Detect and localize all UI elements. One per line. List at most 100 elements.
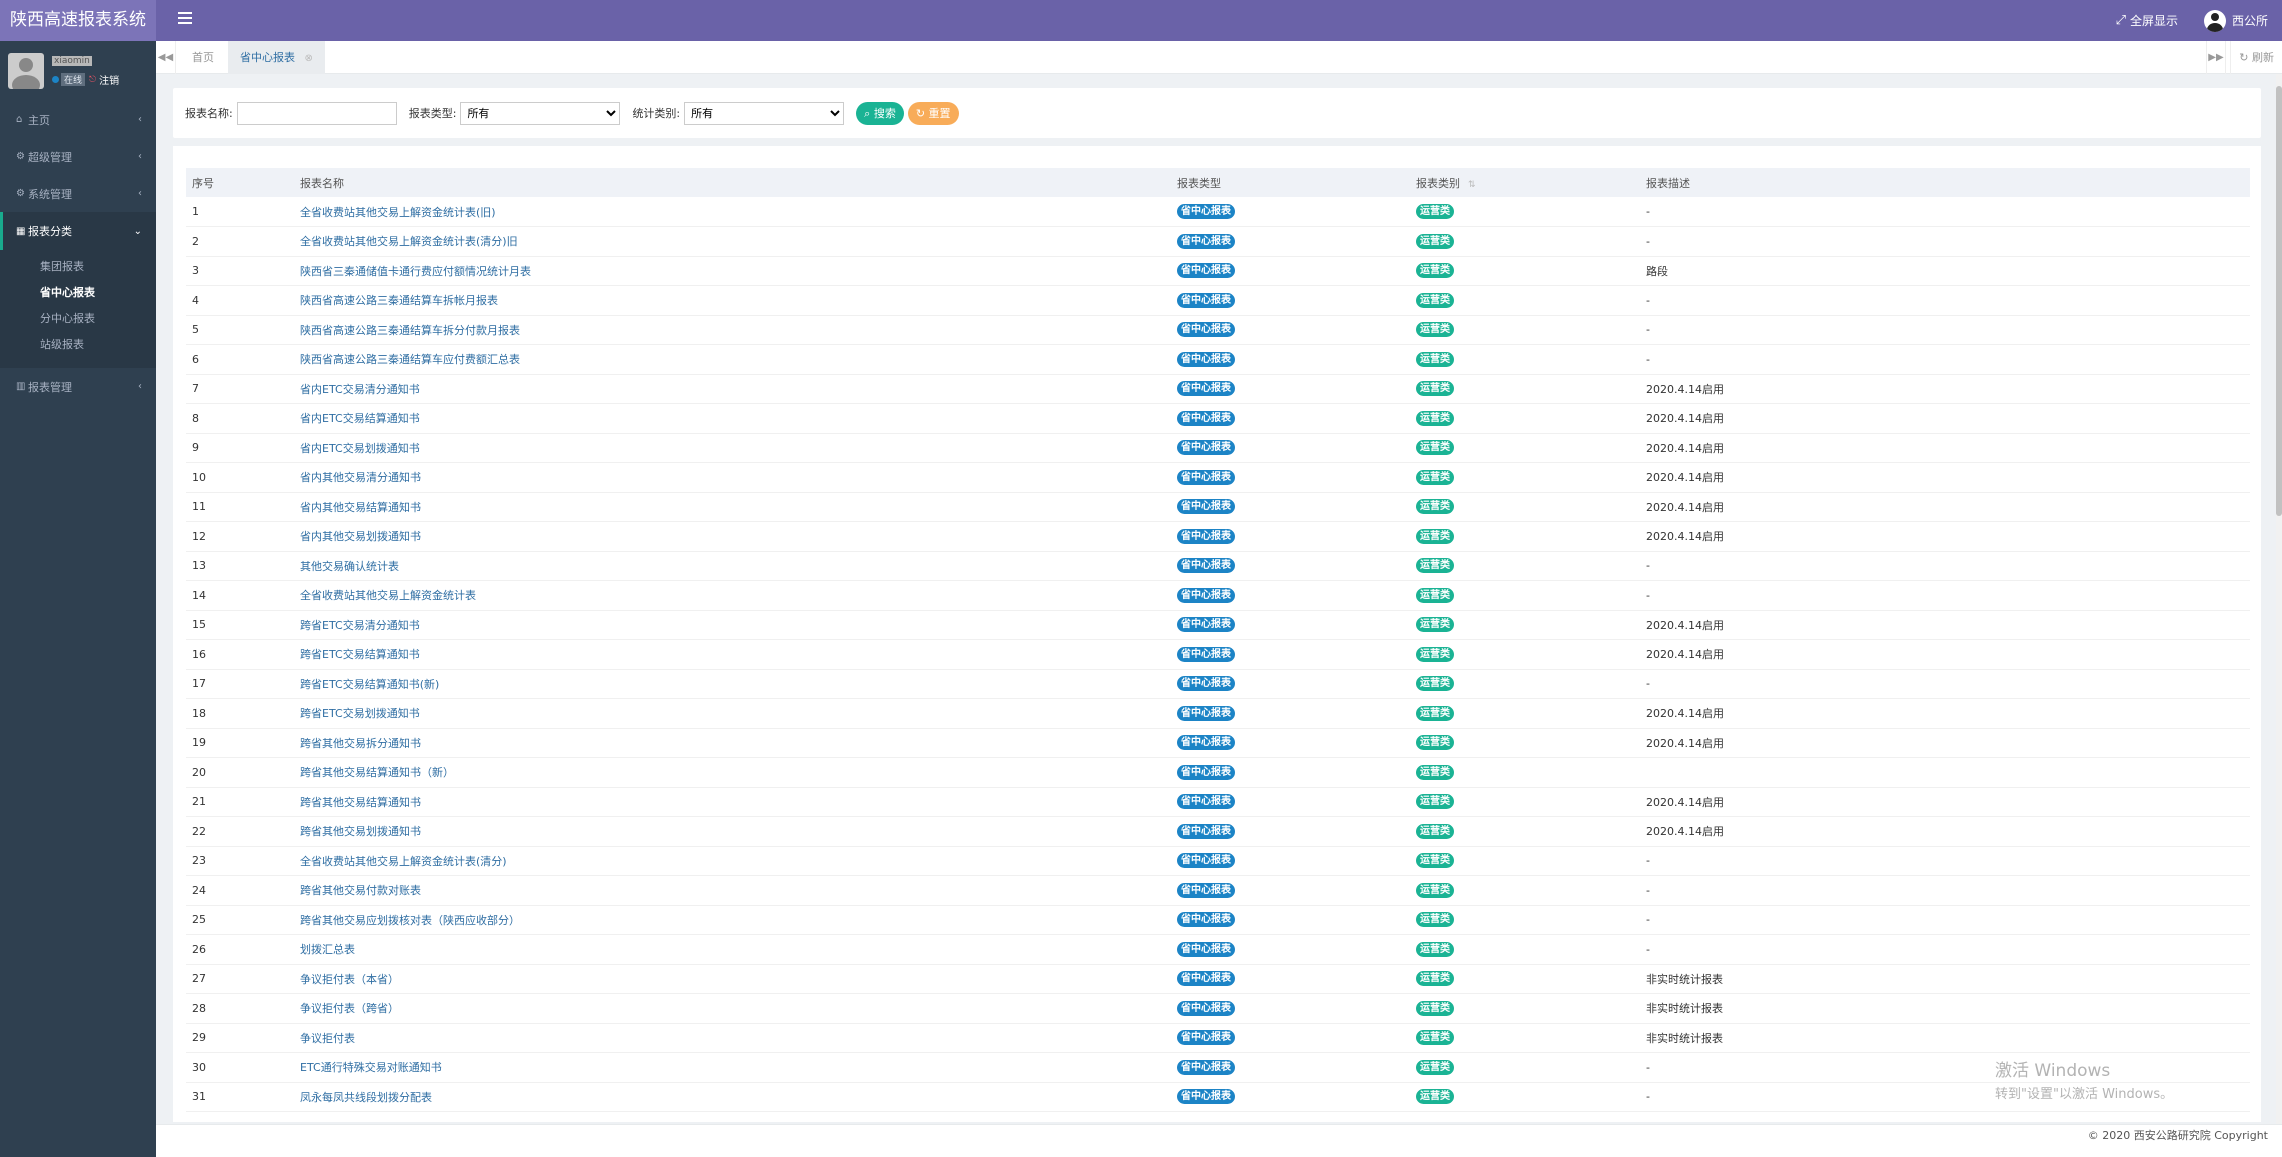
report-category-badge: 运营类 bbox=[1416, 764, 1454, 780]
report-name-link[interactable]: 跨省其他交易拆分通知书 bbox=[300, 737, 421, 750]
cell-report-description: 2020.4.14启用 bbox=[1646, 825, 1724, 839]
close-icon[interactable]: ⊗ bbox=[305, 53, 313, 64]
cell-index: 5 bbox=[192, 323, 199, 337]
report-name-link[interactable]: 其他交易确认统计表 bbox=[300, 560, 399, 573]
report-name-link[interactable]: 跨省其他交易结算通知书（新） bbox=[300, 766, 454, 779]
report-category-badge: 运营类 bbox=[1416, 410, 1454, 426]
header-report-name[interactable]: 报表名称 bbox=[294, 168, 1171, 197]
sidebar-item-report-management[interactable]: ▥ 报表管理 ‹ bbox=[0, 368, 156, 405]
report-type-badge: 省中心报表 bbox=[1177, 381, 1235, 397]
tab-scroll-right-button[interactable]: ▶▶ bbox=[2206, 41, 2226, 74]
sidebar-item-label: 超级管理 bbox=[28, 150, 72, 164]
cell-report-category: 运营类 bbox=[1410, 1053, 1640, 1083]
report-name-link[interactable]: 跨省ETC交易结算通知书 bbox=[300, 648, 420, 661]
cell-report-type: 省中心报表 bbox=[1171, 345, 1410, 375]
tab-scroll-left-button[interactable]: ◀◀ bbox=[156, 41, 176, 74]
report-type-badge: 省中心报表 bbox=[1177, 1030, 1235, 1046]
user-menu[interactable]: 西公所 bbox=[2203, 9, 2268, 32]
sidebar-item-report-category[interactable]: ▦ 报表分类 ⌄ bbox=[0, 212, 156, 250]
fullscreen-button[interactable]: ⤢ 全屏显示 bbox=[2116, 12, 2178, 29]
report-name-link[interactable]: 跨省其他交易结算通知书 bbox=[300, 796, 421, 809]
cell-report-type: 省中心报表 bbox=[1171, 522, 1410, 552]
report-name-link[interactable]: 全省收费站其他交易上解资金统计表 bbox=[300, 589, 476, 602]
table-row: 23 全省收费站其他交易上解资金统计表(清分) 省中心报表 运营类 - bbox=[186, 846, 2250, 876]
report-name-link[interactable]: 跨省其他交易划拨通知书 bbox=[300, 825, 421, 838]
report-name-link[interactable]: 陕西省高速公路三秦通结算车拆分付款月报表 bbox=[300, 324, 520, 337]
cell-index: 20 bbox=[192, 765, 206, 779]
report-name-link[interactable]: 争议拒付表（跨省） bbox=[300, 1002, 399, 1015]
table-row: 24 跨省其他交易付款对账表 省中心报表 运营类 - bbox=[186, 876, 2250, 906]
logout-link[interactable]: 注销 bbox=[99, 72, 119, 87]
report-name-link[interactable]: 陕西省三秦通储值卡通行费应付额情况统计月表 bbox=[300, 265, 531, 278]
report-category-badge: 运营类 bbox=[1416, 794, 1454, 810]
report-name-link[interactable]: 全省收费站其他交易上解资金统计表(清分)旧 bbox=[300, 235, 518, 248]
report-name-link[interactable]: 跨省其他交易应划拨核对表（陕西应收部分） bbox=[300, 914, 520, 927]
report-name-link[interactable]: 争议拒付表 bbox=[300, 1032, 355, 1045]
tab-home[interactable]: 首页 bbox=[180, 41, 226, 74]
submenu-item-group[interactable]: 集团报表 bbox=[0, 254, 156, 280]
report-type-select[interactable]: 所有 bbox=[460, 101, 621, 125]
report-name-link[interactable]: 省内其他交易划拨通知书 bbox=[300, 530, 421, 543]
sidebar-item-home[interactable]: ⌂ 主页 ‹ bbox=[0, 101, 156, 138]
statistic-category-select[interactable]: 所有 bbox=[684, 101, 845, 125]
report-name-link[interactable]: 划拨汇总表 bbox=[300, 943, 355, 956]
search-button[interactable]: ⌕ 搜索 bbox=[856, 101, 904, 125]
cell-index: 2 bbox=[192, 234, 199, 248]
scrollbar-thumb[interactable] bbox=[2276, 86, 2282, 516]
cell-report-description: 2020.4.14启用 bbox=[1646, 736, 1724, 750]
header-report-type[interactable]: 报表类型 bbox=[1171, 168, 1410, 197]
header-report-description[interactable]: 报表描述 bbox=[1640, 168, 2250, 197]
header-index[interactable]: 序号 bbox=[186, 168, 294, 197]
report-type-badge: 省中心报表 bbox=[1177, 233, 1235, 249]
report-name-link[interactable]: 全省收费站其他交易上解资金统计表(清分) bbox=[300, 855, 507, 868]
submenu-item-station[interactable]: 站级报表 bbox=[0, 332, 156, 358]
cell-report-category: 运营类 bbox=[1410, 315, 1640, 345]
report-name-link[interactable]: 凤永每凤共线段划拨分配表 bbox=[300, 1091, 432, 1104]
report-name-link[interactable]: 全省收费站其他交易上解资金统计表(旧) bbox=[300, 206, 496, 219]
sidebar-item-label: 报表管理 bbox=[28, 380, 72, 394]
report-name-link[interactable]: 省内ETC交易划拨通知书 bbox=[300, 442, 420, 455]
report-category-badge: 运营类 bbox=[1416, 558, 1454, 574]
report-category-badge: 运营类 bbox=[1416, 823, 1454, 839]
tab-label: 省中心报表 bbox=[240, 51, 295, 64]
report-name-link[interactable]: 省内ETC交易清分通知书 bbox=[300, 383, 420, 396]
table-row: 5 陕西省高速公路三秦通结算车拆分付款月报表 省中心报表 运营类 - bbox=[186, 315, 2250, 345]
submenu-item-sub-center[interactable]: 分中心报表 bbox=[0, 306, 156, 332]
table-row: 15 跨省ETC交易清分通知书 省中心报表 运营类 2020.4.14启用 bbox=[186, 610, 2250, 640]
report-type-badge: 省中心报表 bbox=[1177, 499, 1235, 515]
report-name-link[interactable]: 省内其他交易结算通知书 bbox=[300, 501, 421, 514]
report-type-badge: 省中心报表 bbox=[1177, 440, 1235, 456]
cell-report-type: 省中心报表 bbox=[1171, 964, 1410, 994]
report-name-link[interactable]: 省内其他交易清分通知书 bbox=[300, 471, 421, 484]
cell-report-category: 运营类 bbox=[1410, 876, 1640, 906]
menu-toggle-icon[interactable] bbox=[178, 12, 192, 26]
report-name-link[interactable]: ETC通行特殊交易对账通知书 bbox=[300, 1061, 442, 1074]
report-name-link[interactable]: 省内ETC交易结算通知书 bbox=[300, 412, 420, 425]
refresh-button[interactable]: ↻ 刷新 bbox=[2230, 41, 2282, 74]
report-name-link[interactable]: 跨省ETC交易清分通知书 bbox=[300, 619, 420, 632]
search-form: 报表名称: 报表类型: 所有 统计类别: 所有 ⌕ 搜索 ↻ 重置 bbox=[173, 88, 2261, 138]
app-title: 陕西高速报表系统 bbox=[0, 0, 156, 41]
report-name-input[interactable] bbox=[236, 101, 397, 125]
submenu-item-province-center[interactable]: 省中心报表 bbox=[0, 280, 156, 306]
report-name-link[interactable]: 跨省其他交易付款对账表 bbox=[300, 884, 421, 897]
cell-report-name: 跨省ETC交易清分通知书 bbox=[294, 610, 1171, 640]
sidebar-item-system-admin[interactable]: ⚙ 系统管理 ‹ bbox=[0, 175, 156, 212]
report-category-submenu: 集团报表 省中心报表 分中心报表 站级报表 bbox=[0, 250, 156, 368]
cell-report-name: 跨省ETC交易结算通知书 bbox=[294, 640, 1171, 670]
cell-report-description: - bbox=[1646, 323, 1650, 337]
report-name-link[interactable]: 争议拒付表（本省） bbox=[300, 973, 399, 986]
reset-button[interactable]: ↻ 重置 bbox=[907, 101, 959, 125]
report-type-label: 报表类型: bbox=[408, 107, 457, 120]
header-report-category[interactable]: 报表类别 ⇅ bbox=[1410, 168, 1640, 197]
report-name-link[interactable]: 跨省ETC交易结算通知书(新) bbox=[300, 678, 439, 691]
tab-province-center-report[interactable]: 省中心报表 ⊗ bbox=[228, 41, 325, 74]
report-category-badge: 运营类 bbox=[1416, 351, 1454, 367]
page-scrollbar[interactable] bbox=[2276, 74, 2282, 1157]
sidebar-item-super-admin[interactable]: ⚙ 超级管理 ‹ bbox=[0, 138, 156, 175]
report-name-link[interactable]: 跨省ETC交易划拨通知书 bbox=[300, 707, 420, 720]
copyright-text: © 2020 西安公路研究院 Copyright bbox=[2087, 1129, 2268, 1142]
report-name-link[interactable]: 陕西省高速公路三秦通结算车拆帐月报表 bbox=[300, 294, 498, 307]
sort-icon[interactable]: ⇅ bbox=[1468, 180, 1476, 190]
report-name-link[interactable]: 陕西省高速公路三秦通结算车应付费额汇总表 bbox=[300, 353, 520, 366]
